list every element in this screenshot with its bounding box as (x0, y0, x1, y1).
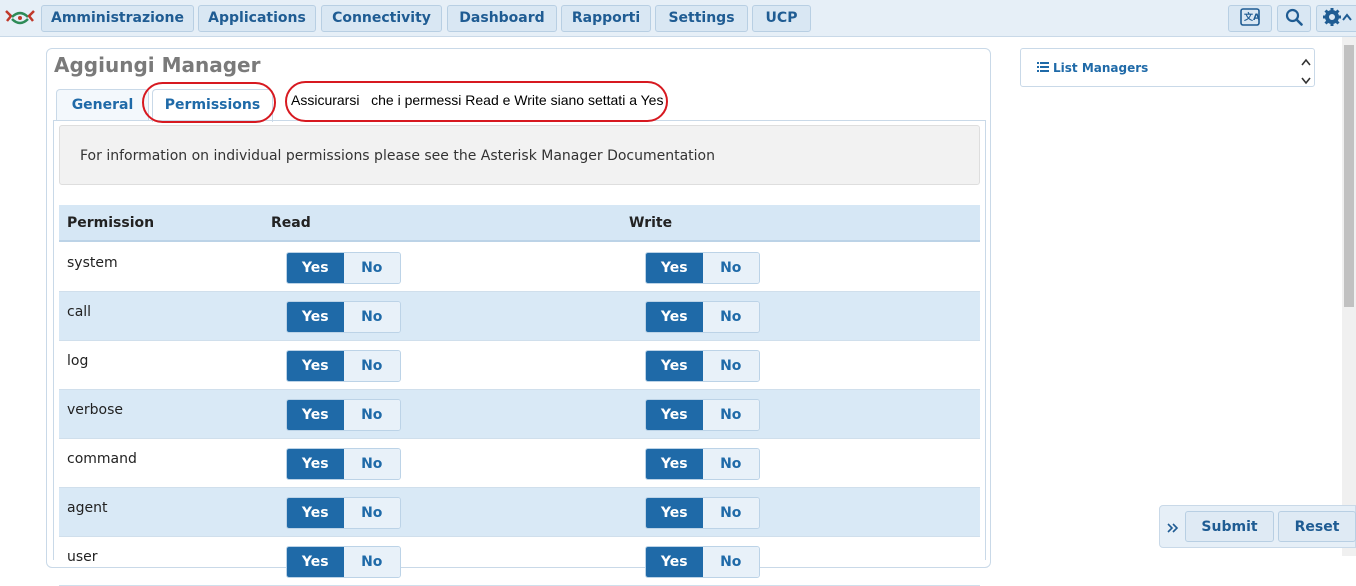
write-toggle: Yes No (645, 546, 760, 578)
write-toggle: Yes No (645, 448, 760, 480)
read-toggle: Yes No (286, 252, 401, 284)
read-no-option[interactable]: No (343, 498, 400, 528)
read-yes-option[interactable]: Yes (287, 498, 344, 528)
write-no-option[interactable]: No (702, 498, 759, 528)
header-write: Write (629, 215, 673, 231)
settings-button[interactable] (1316, 5, 1356, 32)
table-row: call Yes No Yes No (59, 292, 980, 341)
write-toggle: Yes No (645, 497, 760, 529)
language-icon: 文A (1240, 7, 1260, 30)
write-yes-option[interactable]: Yes (646, 400, 703, 430)
submit-button[interactable]: Submit (1185, 511, 1274, 542)
search-icon (1285, 8, 1303, 30)
write-yes-option[interactable]: Yes (646, 547, 703, 577)
tab-general[interactable]: General (56, 89, 149, 121)
write-toggle: Yes No (645, 301, 760, 333)
nav-settings[interactable]: Settings (655, 5, 748, 32)
nav-ucp[interactable]: UCP (752, 5, 811, 32)
nav-connectivity[interactable]: Connectivity (321, 5, 442, 32)
write-no-option[interactable]: No (702, 351, 759, 381)
chevron-up-icon (1301, 51, 1311, 70)
write-no-option[interactable]: No (702, 449, 759, 479)
freepbx-logo[interactable] (2, 5, 38, 31)
header-permission: Permission (67, 215, 155, 231)
permission-name: agent (67, 500, 108, 516)
read-yes-option[interactable]: Yes (287, 351, 344, 381)
table-row: user Yes No Yes No (59, 537, 980, 586)
write-no-option[interactable]: No (702, 400, 759, 430)
write-no-option[interactable]: No (702, 302, 759, 332)
read-toggle: Yes No (286, 301, 401, 333)
write-yes-option[interactable]: Yes (646, 498, 703, 528)
page-scrollbar[interactable] (1342, 37, 1356, 556)
read-yes-option[interactable]: Yes (287, 253, 344, 283)
top-navbar: Amministrazione Applications Connectivit… (0, 0, 1356, 37)
read-yes-option[interactable]: Yes (287, 547, 344, 577)
read-no-option[interactable]: No (343, 253, 400, 283)
write-toggle: Yes No (645, 252, 760, 284)
tab-permissions[interactable]: Permissions (152, 89, 273, 122)
table-row: command Yes No Yes No (59, 439, 980, 488)
table-row: agent Yes No Yes No (59, 488, 980, 537)
read-toggle: Yes No (286, 448, 401, 480)
write-yes-option[interactable]: Yes (646, 351, 703, 381)
gear-icon (1322, 7, 1352, 31)
chevron-down-icon (1301, 70, 1311, 89)
read-toggle: Yes No (286, 350, 401, 382)
read-toggle: Yes No (286, 546, 401, 578)
list-managers-box[interactable]: List Managers (1020, 48, 1315, 87)
nav-applications[interactable]: Applications (198, 5, 316, 32)
permission-name: user (67, 549, 98, 565)
read-no-option[interactable]: No (343, 449, 400, 479)
read-yes-option[interactable]: Yes (287, 302, 344, 332)
language-button[interactable]: 文A (1228, 5, 1272, 32)
search-button[interactable] (1277, 5, 1311, 32)
annotation-note: Assicurarsi che i permessi Read e Write … (291, 92, 664, 108)
info-text: For information on individual permission… (80, 148, 715, 164)
reset-button[interactable]: Reset (1278, 511, 1356, 542)
read-no-option[interactable]: No (343, 351, 400, 381)
scrollbar-thumb[interactable] (1344, 45, 1354, 307)
nav-dashboard[interactable]: Dashboard (447, 5, 557, 32)
permission-name: verbose (67, 402, 124, 418)
read-no-option[interactable]: No (343, 400, 400, 430)
read-toggle: Yes No (286, 497, 401, 529)
nav-rapporti[interactable]: Rapporti (561, 5, 651, 32)
svg-text:文A: 文A (1243, 11, 1260, 23)
header-read: Read (271, 215, 311, 231)
permission-name: log (67, 353, 89, 369)
page-title: Aggiungi Manager (54, 53, 261, 77)
write-toggle: Yes No (645, 399, 760, 431)
permissions-table-header: Permission Read Write (59, 205, 980, 242)
double-chevron-right-icon[interactable] (1167, 519, 1179, 538)
table-row: verbose Yes No Yes No (59, 390, 980, 439)
write-no-option[interactable]: No (702, 253, 759, 283)
read-yes-option[interactable]: Yes (287, 449, 344, 479)
read-no-option[interactable]: No (343, 302, 400, 332)
write-yes-option[interactable]: Yes (646, 302, 703, 332)
select-arrows[interactable] (1300, 51, 1312, 85)
action-bar: Submit Reset (1159, 505, 1356, 548)
write-yes-option[interactable]: Yes (646, 449, 703, 479)
table-row: log Yes No Yes No (59, 341, 980, 390)
list-icon (1037, 61, 1049, 75)
write-yes-option[interactable]: Yes (646, 253, 703, 283)
read-toggle: Yes No (286, 399, 401, 431)
info-box: For information on individual permission… (59, 125, 980, 185)
permission-name: system (67, 255, 118, 271)
list-managers-link[interactable]: List Managers (1037, 61, 1148, 75)
permission-name: command (67, 451, 137, 467)
read-yes-option[interactable]: Yes (287, 400, 344, 430)
write-toggle: Yes No (645, 350, 760, 382)
list-managers-label: List Managers (1053, 61, 1149, 75)
write-no-option[interactable]: No (702, 547, 759, 577)
nav-amministrazione[interactable]: Amministrazione (41, 5, 194, 32)
table-row: system Yes No Yes No (59, 243, 980, 292)
read-no-option[interactable]: No (343, 547, 400, 577)
permission-name: call (67, 304, 92, 320)
